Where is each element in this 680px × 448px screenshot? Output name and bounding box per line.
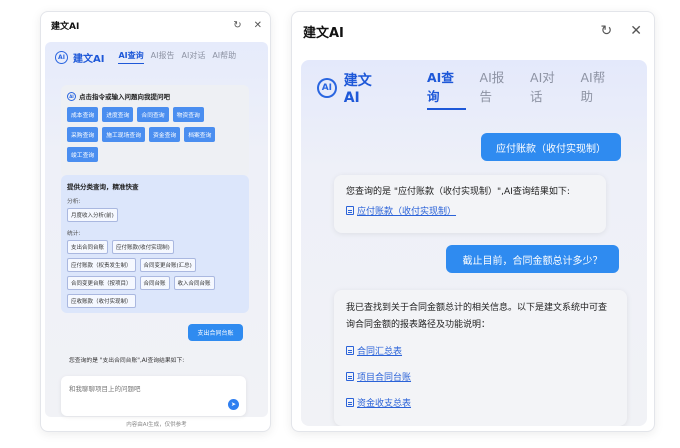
user-message-bubble: 截止目前，合同金额总计多少？: [446, 245, 619, 273]
refresh-icon[interactable]: ↻: [233, 20, 241, 31]
quick-command-card: AI 点击指令或输入问题向我提问吧 成本查询 进度查询 合同查询 物资查询 采购…: [61, 85, 249, 177]
chip-payable-accrual[interactable]: 应付账款（权责发生制）: [67, 258, 136, 272]
chip-progress-query[interactable]: 进度查询: [102, 107, 134, 122]
chip-contract-ledger[interactable]: 合同台账: [139, 276, 170, 290]
title-bar: 建文AI ↻ ✕: [41, 12, 270, 38]
chip-fund-query[interactable]: 资金查询: [149, 127, 181, 142]
analysis-label: 分析:: [67, 199, 81, 205]
tab-ai-report[interactable]: AI报告: [480, 67, 516, 110]
result-link[interactable]: 应付账款（收付实现制）: [346, 204, 594, 217]
window-title: 建文AI: [51, 21, 80, 32]
tab-ai-chat[interactable]: AI对话: [530, 67, 566, 110]
refresh-icon[interactable]: ↻: [601, 23, 613, 39]
link-label: 项目合同台账: [357, 373, 412, 383]
chat-input[interactable]: 和我聊聊项目上的问题吧 ➤: [61, 376, 246, 416]
link-label: 资金收支总表: [357, 399, 412, 409]
chip-receivable-cash[interactable]: 应收账款（收付实现制）: [67, 294, 136, 308]
chip-payable-cash[interactable]: 应付账款(收付实现制): [112, 240, 174, 254]
chip-purchase-query[interactable]: 采购查询: [67, 127, 99, 142]
logo: AI 建文AI: [317, 70, 387, 106]
logo: AI 建文AI: [55, 50, 104, 65]
logo-text: 建文AI: [343, 73, 372, 106]
link-project-contract-ledger[interactable]: 项目合同台账: [346, 370, 615, 383]
tab-ai-report[interactable]: AI报告: [151, 50, 175, 64]
category-query-card: 提供分类查询，精准快查 分析: 月度收入分析(前) 统计: 支出合同台账 应付账…: [61, 175, 249, 313]
tab-ai-help[interactable]: AI帮助: [581, 67, 617, 110]
ai-response-card: 您查询的是 "应付账款（收付实现制）",AI查询结果如下: 应付账款（收付实现制…: [334, 175, 606, 233]
nav-bar: AI 建文AI AI查询 AI报告 AI对话 AI帮助: [45, 42, 268, 72]
chip-site-query[interactable]: 施工现场查询: [102, 127, 145, 142]
ai-logo-icon: AI: [67, 91, 76, 101]
send-icon[interactable]: ➤: [228, 399, 239, 410]
prompt-title: 点击指令或输入问题向我提问吧: [79, 93, 170, 101]
tab-ai-query[interactable]: AI查询: [427, 67, 466, 110]
link-fund-summary[interactable]: 资金收支总表: [346, 396, 615, 409]
tab-ai-query[interactable]: AI查询: [118, 50, 144, 64]
ai-response-card: 我已查找到关于合同金额总计的相关信息。以下是建文系统中可查询合同金额的报表路径及…: [334, 290, 627, 426]
chip-expense-contract-ledger[interactable]: 支出合同台账: [67, 240, 109, 254]
title-bar: 建文AI ↻ ✕: [292, 12, 654, 50]
ai-logo-icon: AI: [55, 50, 68, 64]
document-icon: [346, 346, 354, 355]
logo-text: 建文AI: [73, 53, 105, 65]
chip-contract-query[interactable]: 合同查询: [137, 107, 169, 122]
chat-window-expanded: 建文AI ↻ ✕ AI 建文AI AI查询 AI报告 AI对话 AI帮助 应付账…: [291, 11, 655, 432]
chip-material-query[interactable]: 物资查询: [172, 107, 204, 122]
link-label: 合同汇总表: [357, 347, 403, 357]
chip-monthly-income[interactable]: 月度收入分析(前): [67, 208, 118, 222]
nav-bar: AI 建文AI AI查询 AI报告 AI对话 AI帮助: [301, 60, 647, 116]
chip-completion-query[interactable]: 竣工查询: [67, 147, 99, 162]
close-icon[interactable]: ✕: [630, 23, 642, 39]
chip-contract-change-project[interactable]: 合同变更台账（按项目）: [67, 276, 136, 290]
user-message-bubble: 应付账款（收付实现制）: [481, 133, 621, 161]
chip-cost-query[interactable]: 成本查询: [67, 107, 99, 122]
chip-archive-query[interactable]: 档案查询: [184, 127, 216, 142]
footer-disclaimer: 内容由AI生成，仅供参考: [126, 422, 187, 428]
ai-logo-icon: AI: [317, 78, 337, 98]
stats-label: 统计:: [67, 231, 81, 237]
input-placeholder: 和我聊聊项目上的问题吧: [69, 385, 141, 393]
document-icon: [346, 398, 354, 407]
tab-ai-help[interactable]: AI帮助: [212, 50, 236, 64]
chip-contract-change-summary[interactable]: 合同变更台账(汇总): [139, 258, 196, 272]
window-title: 建文AI: [303, 25, 344, 41]
result-link-label: 应付账款（收付实现制）: [357, 207, 457, 217]
ai-response-text: 您查询的是 "应付账款（收付实现制）",AI查询结果如下:: [346, 187, 570, 197]
close-icon[interactable]: ✕: [254, 20, 262, 31]
user-message-bubble: 支出合同台账: [188, 324, 243, 341]
document-icon: [346, 206, 354, 215]
chat-window-compact: 建文AI ↻ ✕ AI 建文AI AI查询 AI报告 AI对话 AI帮助 AI …: [40, 11, 271, 432]
category-title: 提供分类查询，精准快查: [67, 183, 139, 191]
document-icon: [346, 372, 354, 381]
chip-income-contract-ledger[interactable]: 收入合同台账: [173, 276, 215, 290]
ai-response-text: 我已查找到关于合同金额总计的相关信息。以下是建文系统中可查询合同金额的报表路径及…: [346, 303, 608, 330]
tab-ai-chat[interactable]: AI对话: [181, 50, 205, 64]
chat-panel: AI 建文AI AI查询 AI报告 AI对话 AI帮助 应付账款（收付实现制） …: [301, 60, 647, 426]
ai-response-text: 您查询的是 "支出合同台账",AI查询结果如下:: [69, 358, 185, 364]
link-contract-summary[interactable]: 合同汇总表: [346, 344, 615, 357]
